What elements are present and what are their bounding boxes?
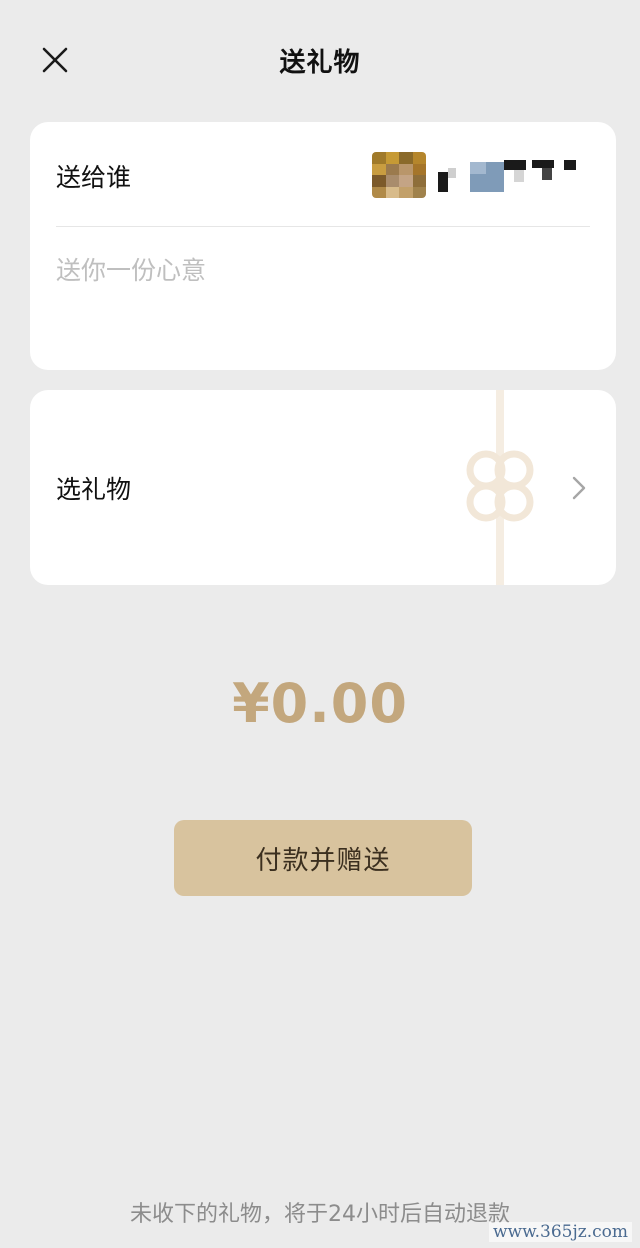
message-input[interactable] bbox=[56, 250, 590, 290]
select-gift-label: 选礼物 bbox=[56, 475, 132, 504]
recipient-card: 送给谁 bbox=[30, 122, 616, 370]
total-amount: ¥0.00 bbox=[232, 672, 408, 735]
select-gift-row[interactable]: 选礼物 bbox=[30, 390, 616, 585]
ribbon-bow-icon bbox=[466, 390, 534, 585]
recipient-label: 送给谁 bbox=[56, 163, 132, 192]
send-gift-screen: 送礼物 送给谁 选礼物 bbox=[0, 0, 640, 1248]
pay-and-send-button[interactable]: 付款并赠送 bbox=[174, 820, 472, 896]
chevron-right-icon bbox=[572, 476, 586, 500]
header: 送礼物 bbox=[0, 0, 640, 120]
recipient-name-redacted[interactable] bbox=[434, 160, 590, 192]
page-title: 送礼物 bbox=[279, 48, 361, 78]
divider bbox=[56, 226, 590, 227]
recipient-avatar[interactable] bbox=[372, 152, 426, 198]
watermark: www.365jz.com bbox=[489, 1222, 632, 1242]
